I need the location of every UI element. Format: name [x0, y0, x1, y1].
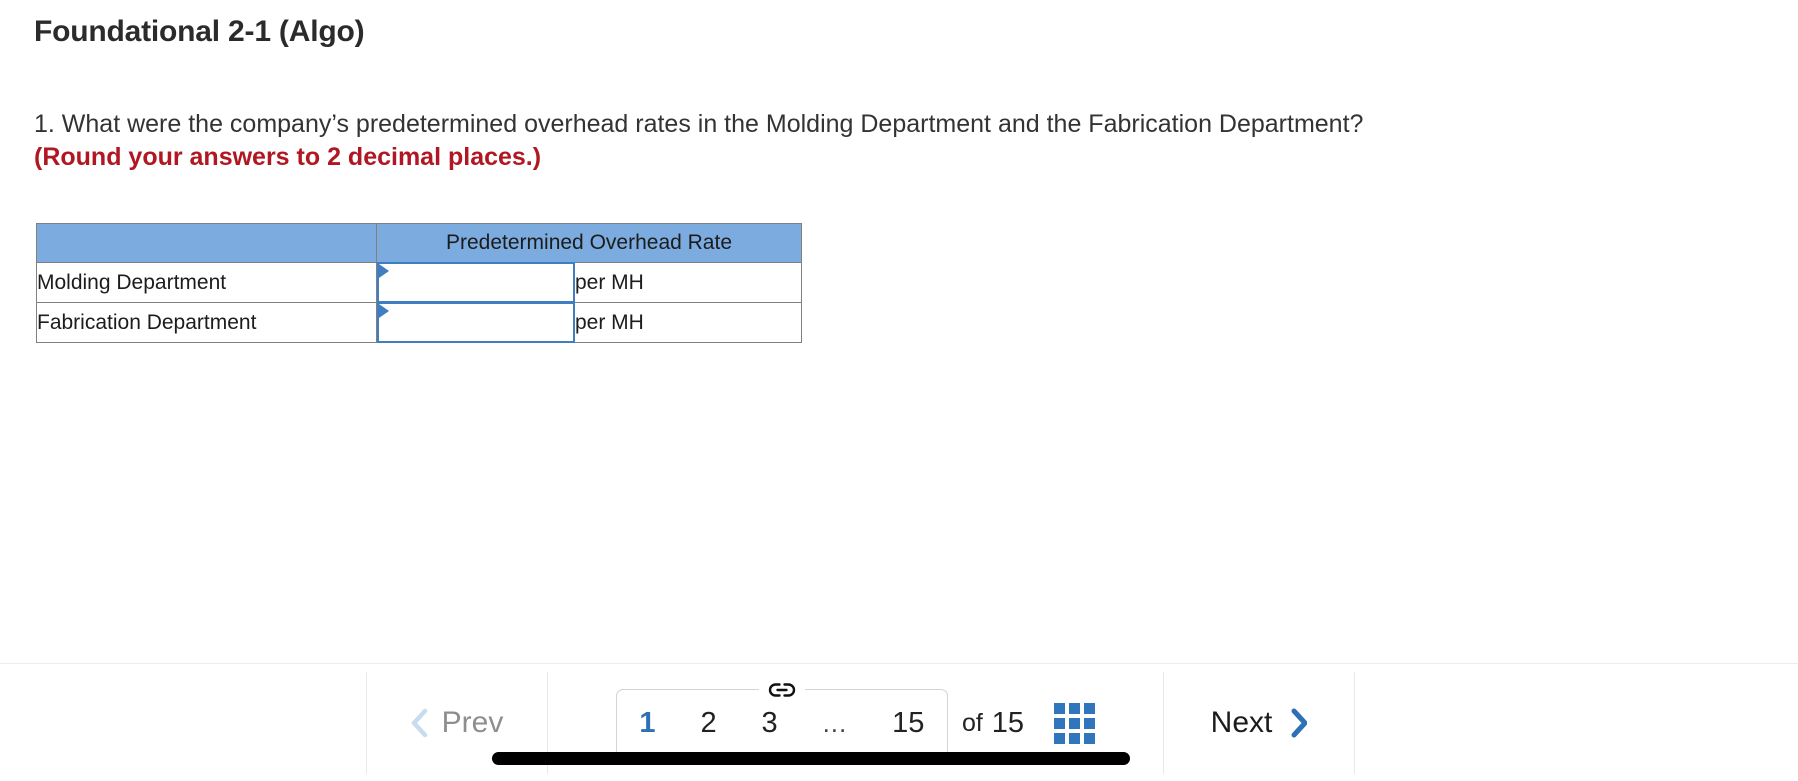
- question-prompt: 1. What were the company’s predetermined…: [34, 110, 1364, 138]
- cell-marker-triangle-icon: [379, 264, 389, 278]
- unit-label-fabrication: per MH: [574, 302, 802, 343]
- row-label-fabrication: Fabrication Department: [36, 302, 377, 343]
- pagination-footer: Prev 1 2 3 ... 15 of 15 Next: [0, 663, 1798, 781]
- table-row: Molding Department per MH: [36, 262, 802, 303]
- row-label-molding: Molding Department: [36, 262, 377, 303]
- unit-label-molding: per MH: [574, 262, 802, 303]
- next-label: Next: [1210, 706, 1273, 739]
- total-pages-label: 15: [991, 706, 1025, 739]
- prev-label: Prev: [441, 706, 504, 739]
- table-header-row: Predetermined Overhead Rate: [36, 223, 802, 263]
- table-header-blank: [36, 223, 377, 263]
- table-row: Fabrication Department per MH: [36, 302, 802, 343]
- page-link-2[interactable]: 2: [698, 708, 718, 738]
- fabrication-rate-input[interactable]: [377, 302, 575, 343]
- cell-marker-triangle-icon: [379, 304, 389, 318]
- answer-cell-molding[interactable]: [376, 262, 575, 303]
- page-link-3[interactable]: 3: [760, 708, 780, 738]
- link-icon: [768, 683, 796, 697]
- rounding-instruction: (Round your answers to 2 decimal places.…: [34, 143, 542, 172]
- chevron-left-icon: [411, 708, 427, 738]
- divider: [1354, 672, 1355, 774]
- question-text-block: 1. What were the company’s predetermined…: [34, 108, 1764, 175]
- next-button[interactable]: Next: [1164, 672, 1354, 774]
- page-link-1[interactable]: 1: [637, 708, 657, 738]
- link-icon-notch[interactable]: [758, 677, 805, 703]
- page-number-box: 1 2 3 ... 15: [615, 677, 948, 757]
- page-ellipsis: ...: [822, 708, 848, 738]
- chevron-right-icon: [1291, 708, 1308, 738]
- question-content: Foundational 2-1 (Algo) 1. What were the…: [0, 0, 1798, 663]
- answer-table: Predetermined Overhead Rate Molding Depa…: [36, 223, 802, 343]
- page-title: Foundational 2-1 (Algo): [34, 15, 365, 48]
- horizontal-scrollbar[interactable]: [492, 752, 1130, 765]
- page-link-15[interactable]: 15: [890, 708, 926, 738]
- of-label: of: [961, 708, 983, 737]
- molding-rate-input[interactable]: [377, 262, 575, 303]
- question-page: Foundational 2-1 (Algo) 1. What were the…: [0, 0, 1798, 781]
- table-header-overhead-rate: Predetermined Overhead Rate: [376, 223, 802, 263]
- grid-icon[interactable]: [1054, 702, 1096, 744]
- answer-cell-fabrication[interactable]: [376, 302, 575, 343]
